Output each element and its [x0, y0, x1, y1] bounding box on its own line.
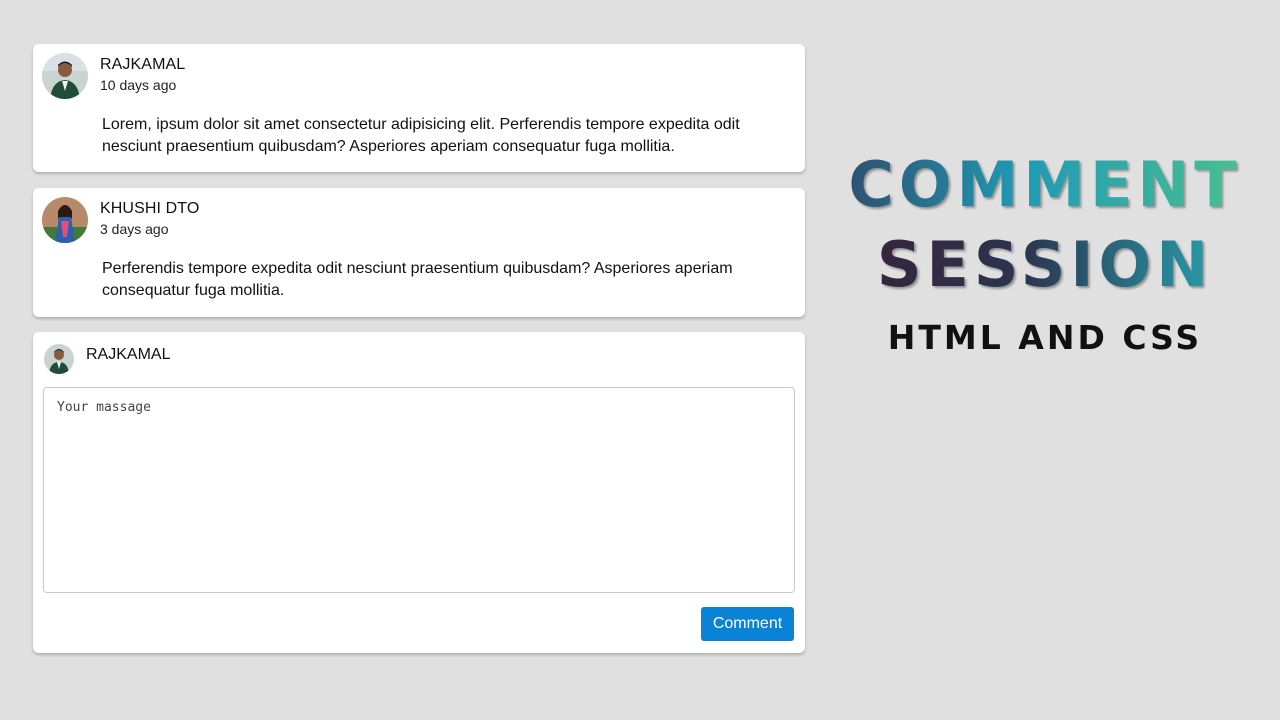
message-input[interactable]	[43, 387, 795, 593]
avatar[interactable]	[42, 53, 88, 99]
comment-composer: RAJKAMAL Comment	[33, 332, 805, 653]
comment-timestamp: 10 days ago	[100, 77, 177, 93]
composer-author: RAJKAMAL	[86, 346, 171, 363]
comment-button[interactable]: Comment	[701, 607, 794, 641]
hero-title-line-2: SESSION	[830, 228, 1260, 301]
avatar-woman-photo	[42, 197, 88, 243]
hero-title-line-1: COMMENT	[830, 148, 1260, 221]
comment-author: KHUSHI DTO	[100, 200, 200, 217]
hero-subtitle: HTML AND CSS	[887, 318, 1203, 357]
avatar-man-photo	[42, 53, 88, 99]
comment-author: RAJKAMAL	[100, 56, 186, 73]
comment-timestamp: 3 days ago	[100, 221, 169, 237]
comment-card: RAJKAMAL 10 days ago Lorem, ipsum dolor …	[33, 44, 805, 172]
avatar-man-photo	[44, 344, 74, 374]
avatar[interactable]	[42, 197, 88, 243]
comment-card: KHUSHI DTO 3 days ago Perferendis tempor…	[33, 188, 805, 317]
avatar[interactable]	[44, 344, 74, 374]
comment-text: Perferendis tempore expedita odit nesciu…	[102, 260, 733, 299]
comment-text: Lorem, ipsum dolor sit amet consectetur …	[102, 116, 740, 155]
